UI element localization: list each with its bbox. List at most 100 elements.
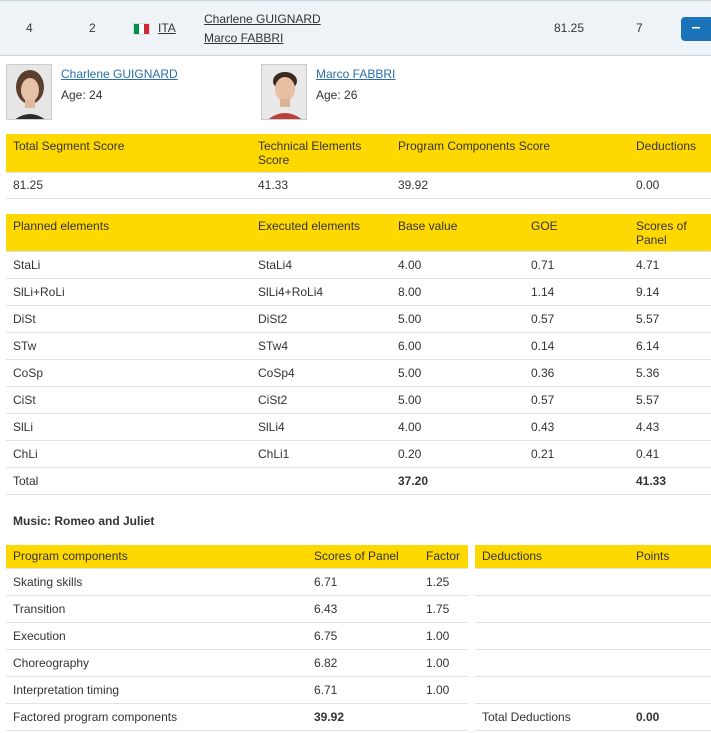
panel-score: 5.36 bbox=[629, 359, 711, 387]
summary-value: 0.00 bbox=[629, 172, 711, 199]
summary-header: Total Segment Score bbox=[6, 134, 251, 173]
elements-total-row: Total 37.20 41.33 bbox=[6, 467, 711, 495]
summary-value: 41.33 bbox=[251, 172, 391, 199]
italy-flag-icon bbox=[133, 23, 150, 35]
base-value: 6.00 bbox=[391, 332, 524, 360]
athlete-photo-female bbox=[6, 64, 52, 120]
executed-element: DiSt2 bbox=[251, 305, 391, 333]
nation-link[interactable]: ITA bbox=[158, 21, 176, 35]
elements-header: Planned elements bbox=[6, 214, 251, 252]
executed-element: CoSp4 bbox=[251, 359, 391, 387]
table-row: SlLi SlLi4 4.00 0.43 4.43 bbox=[6, 413, 711, 441]
factored-label: Factored program components bbox=[6, 703, 307, 731]
component-factor: 1.00 bbox=[419, 622, 468, 650]
table-row: SlLi+RoLi SlLi4+RoLi4 8.00 1.14 9.14 bbox=[6, 278, 711, 306]
skater-name-2-link[interactable]: Marco FABBRI bbox=[204, 31, 283, 45]
panel-score: 5.57 bbox=[629, 386, 711, 414]
table-row: STw STw4 6.00 0.14 6.14 bbox=[6, 332, 711, 360]
goe: 0.14 bbox=[524, 332, 629, 360]
component-name: Execution bbox=[6, 622, 307, 650]
total-score: 81.25 bbox=[554, 21, 585, 35]
music-title: Music: Romeo and Juliet bbox=[13, 514, 155, 528]
table-row: Skating skills 6.71 1.25 bbox=[6, 568, 468, 596]
component-factor: 1.00 bbox=[419, 676, 468, 704]
goe: 0.57 bbox=[524, 305, 629, 333]
segment-summary-table: Total Segment Score Technical Elements S… bbox=[6, 134, 711, 199]
program-components-table: Program components Scores of Panel Facto… bbox=[6, 545, 468, 731]
summary-header: Program Components Score bbox=[391, 134, 629, 173]
executed-element: StaLi4 bbox=[251, 251, 391, 279]
table-row: DiSt DiSt2 5.00 0.57 5.57 bbox=[6, 305, 711, 333]
athlete-2-name-link[interactable]: Marco FABBRI bbox=[316, 67, 395, 81]
total-deductions-label: Total Deductions bbox=[475, 703, 629, 731]
goe: 0.36 bbox=[524, 359, 629, 387]
component-score: 6.43 bbox=[307, 595, 419, 623]
executed-element: SlLi4 bbox=[251, 413, 391, 441]
elements-header: Scores of Panel bbox=[629, 214, 711, 252]
component-name: Choreography bbox=[6, 649, 307, 677]
planned-element: SlLi+RoLi bbox=[6, 278, 251, 306]
component-name: Skating skills bbox=[6, 568, 307, 596]
component-score: 6.71 bbox=[307, 568, 419, 596]
planned-element: StaLi bbox=[6, 251, 251, 279]
executed-element: ChLi1 bbox=[251, 440, 391, 468]
panel-score: 6.14 bbox=[629, 332, 711, 360]
base-value: 5.00 bbox=[391, 386, 524, 414]
athlete-2-age: Age: 26 bbox=[316, 88, 358, 102]
panel-score: 5.57 bbox=[629, 305, 711, 333]
component-score: 6.75 bbox=[307, 622, 419, 650]
components-header: Program components bbox=[6, 545, 307, 569]
panel-score: 4.43 bbox=[629, 413, 711, 441]
skater-name-1-link[interactable]: Charlene GUIGNARD bbox=[204, 12, 321, 26]
skater-summary-row: 4 2 ITA Charlene GUIGNARD Marco FABBRI 8… bbox=[0, 0, 711, 56]
total-panel-score: 41.33 bbox=[629, 467, 711, 495]
table-row: CiSt CiSt2 5.00 0.57 5.57 bbox=[6, 386, 711, 414]
table-row: ChLi ChLi1 0.20 0.21 0.41 bbox=[6, 440, 711, 468]
rank: 4 bbox=[26, 21, 33, 35]
component-factor: 1.75 bbox=[419, 595, 468, 623]
elements-header: Executed elements bbox=[251, 214, 391, 252]
goe: 0.21 bbox=[524, 440, 629, 468]
summary-value: 81.25 bbox=[6, 172, 251, 199]
planned-element: STw bbox=[6, 332, 251, 360]
executed-element: CiSt2 bbox=[251, 386, 391, 414]
table-row bbox=[475, 676, 711, 704]
total-label: Total bbox=[6, 467, 251, 495]
base-value: 4.00 bbox=[391, 413, 524, 441]
planned-element: DiSt bbox=[6, 305, 251, 333]
table-row: Choreography 6.82 1.00 bbox=[6, 649, 468, 677]
component-factor: 1.25 bbox=[419, 568, 468, 596]
component-name: Transition bbox=[6, 595, 307, 623]
executed-element: STw4 bbox=[251, 332, 391, 360]
components-header: Factor bbox=[419, 545, 468, 569]
table-row: StaLi StaLi4 4.00 0.71 4.71 bbox=[6, 251, 711, 279]
base-value: 4.00 bbox=[391, 251, 524, 279]
table-row bbox=[475, 595, 711, 623]
factored-value: 39.92 bbox=[307, 703, 419, 731]
deductions-table: Deductions Points Total Deductions 0.00 bbox=[475, 545, 711, 731]
components-header: Scores of Panel bbox=[307, 545, 419, 569]
base-value: 8.00 bbox=[391, 278, 524, 306]
place: 7 bbox=[636, 21, 643, 35]
table-row bbox=[475, 649, 711, 677]
factored-components-row: Factored program components 39.92 bbox=[6, 703, 468, 731]
planned-element: CoSp bbox=[6, 359, 251, 387]
athlete-photo-male bbox=[261, 64, 307, 120]
goe: 0.43 bbox=[524, 413, 629, 441]
elements-header: GOE bbox=[524, 214, 629, 252]
total-deductions-row: Total Deductions 0.00 bbox=[475, 703, 711, 731]
table-row: Interpretation timing 6.71 1.00 bbox=[6, 676, 468, 704]
athlete-1-name-link[interactable]: Charlene GUIGNARD bbox=[61, 67, 178, 81]
base-value: 5.00 bbox=[391, 305, 524, 333]
table-row bbox=[475, 622, 711, 650]
start-number: 2 bbox=[89, 21, 96, 35]
athlete-1-age: Age: 24 bbox=[61, 88, 103, 102]
collapse-button[interactable]: – bbox=[681, 17, 711, 41]
base-value: 5.00 bbox=[391, 359, 524, 387]
goe: 1.14 bbox=[524, 278, 629, 306]
planned-element: SlLi bbox=[6, 413, 251, 441]
total-deductions-value: 0.00 bbox=[629, 703, 711, 731]
table-row bbox=[475, 568, 711, 596]
panel-score: 4.71 bbox=[629, 251, 711, 279]
planned-element: ChLi bbox=[6, 440, 251, 468]
